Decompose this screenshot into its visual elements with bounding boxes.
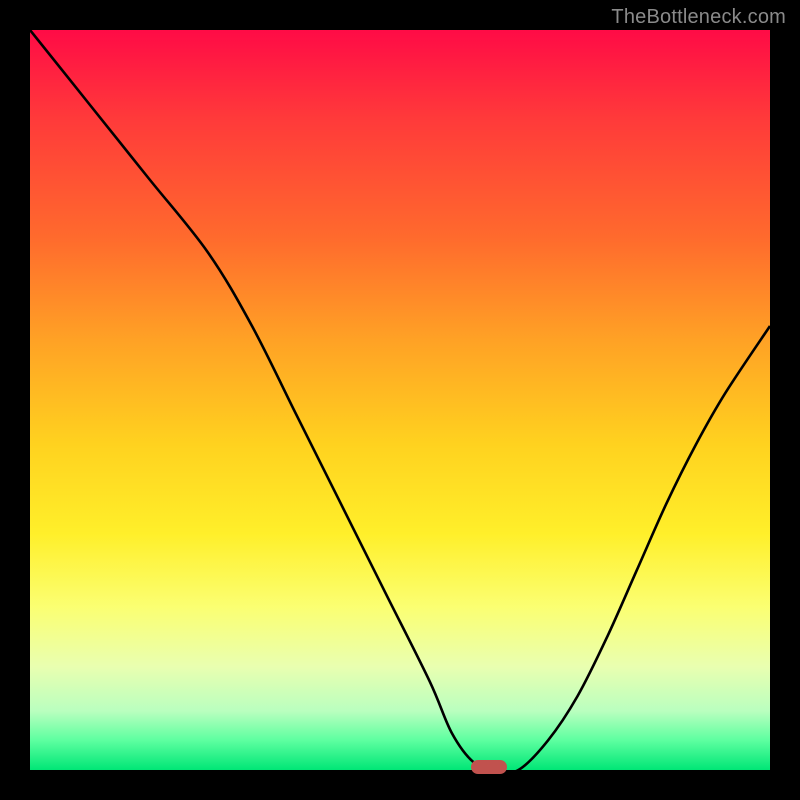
curve-svg — [30, 30, 770, 770]
attribution-text: TheBottleneck.com — [611, 6, 786, 29]
optimum-marker — [471, 760, 507, 774]
plot-area — [30, 30, 770, 770]
bottleneck-curve — [30, 30, 770, 770]
chart-frame: TheBottleneck.com — [0, 0, 800, 800]
